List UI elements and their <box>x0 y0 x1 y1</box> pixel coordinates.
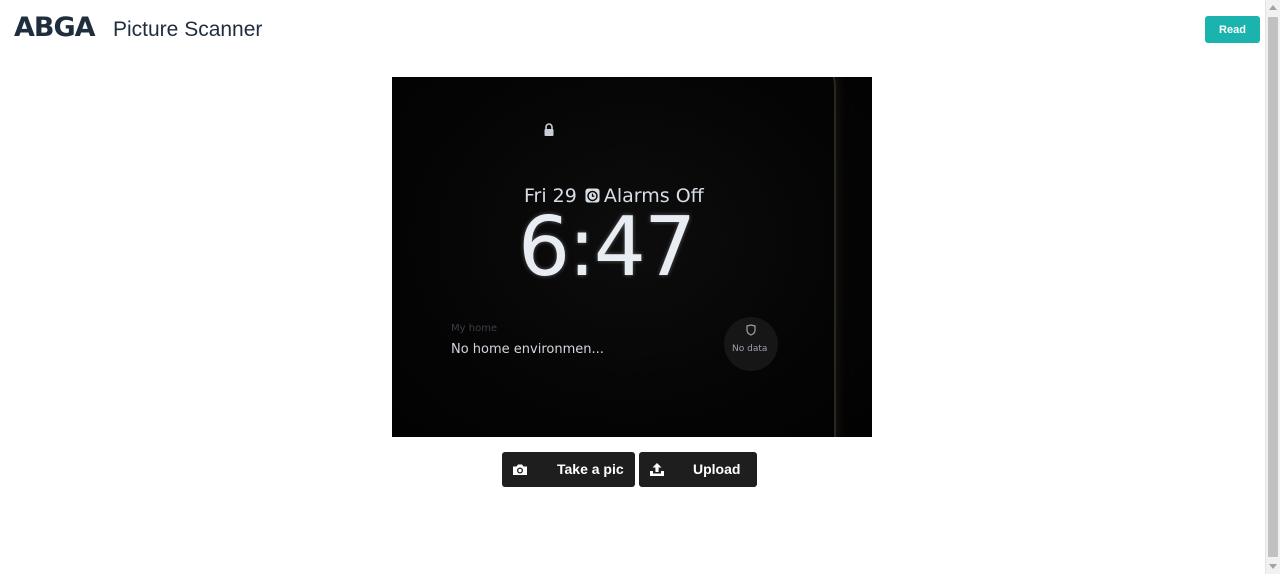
scrollbar[interactable] <box>1265 0 1280 574</box>
scrollbar-thumb[interactable] <box>1268 17 1278 557</box>
page-title: Picture Scanner <box>113 18 263 41</box>
scroll-down-arrow-icon[interactable] <box>1269 564 1277 569</box>
take-pic-label: Take a pic <box>557 461 624 477</box>
upload-label: Upload <box>693 461 741 477</box>
image-preview: Fri 29 Alarms Off 6:47 My home No home e… <box>392 77 872 437</box>
lock-icon <box>544 123 554 136</box>
home-widget-text: No home environmen... <box>451 342 604 357</box>
shield-icon <box>746 324 756 336</box>
brand-logo: ABGA <box>14 12 96 43</box>
upload-button[interactable]: Upload <box>639 452 757 487</box>
lockscreen-time: 6:47 <box>518 200 696 295</box>
home-widget-title: My home <box>451 323 498 334</box>
page: ABGA Picture Scanner Read Fri 29 Alarms … <box>0 0 1265 574</box>
nodata-label: No data <box>732 344 768 354</box>
read-button[interactable]: Read <box>1205 16 1260 43</box>
scroll-up-arrow-icon[interactable] <box>1269 5 1277 10</box>
camera-icon <box>513 464 527 475</box>
upload-icon <box>650 463 664 476</box>
take-pic-button[interactable]: Take a pic <box>502 452 635 487</box>
